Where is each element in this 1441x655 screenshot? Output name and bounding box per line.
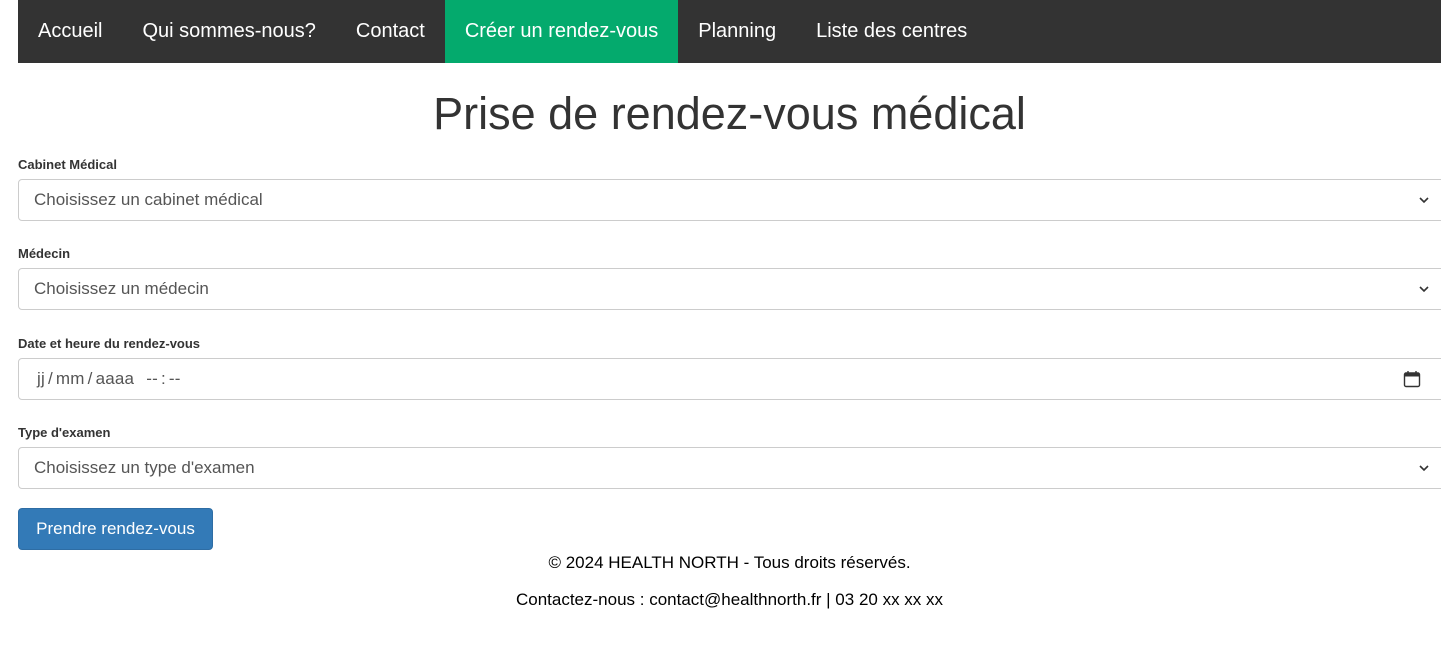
cabinet-select-value: Choisissez un cabinet médical	[34, 190, 263, 209]
nav-item-accueil[interactable]: Accueil	[18, 0, 122, 63]
medecin-select[interactable]: Choisissez un médecin	[18, 268, 1441, 310]
date-separator: /	[47, 369, 53, 388]
nav-item-liste-centres[interactable]: Liste des centres	[796, 0, 987, 63]
cabinet-label: Cabinet Médical	[18, 157, 117, 172]
nav-item-contact[interactable]: Contact	[336, 0, 445, 63]
medecin-label: Médecin	[18, 246, 71, 261]
exam-select[interactable]: Choisissez un type d'examen	[18, 447, 1441, 489]
time-hour[interactable]: --	[146, 369, 158, 389]
footer-copyright: © 2024 HEALTH NORTH - Tous droits réserv…	[548, 553, 911, 572]
medecin-select-value: Choisissez un médecin	[34, 279, 209, 298]
exam-label: Type d'examen	[18, 425, 111, 440]
datetime-label: Date et heure du rendez-vous	[18, 336, 201, 351]
submit-appointment-button[interactable]: Prendre rendez-vous	[18, 508, 213, 550]
nav-item-planning[interactable]: Planning	[678, 0, 796, 63]
page-title: Prise de rendez-vous médical	[433, 88, 1026, 139]
time-minute[interactable]: --	[169, 369, 181, 389]
footer-contact: Contactez-nous : contact@healthnorth.fr …	[515, 590, 944, 609]
cabinet-select[interactable]: Choisissez un cabinet médical	[18, 179, 1441, 221]
date-separator: /	[87, 369, 93, 388]
main-navbar: Accueil Qui sommes-nous? Contact Créer u…	[18, 0, 1441, 63]
date-year[interactable]: aaaa	[96, 369, 135, 389]
exam-select-value: Choisissez un type d'examen	[34, 458, 255, 477]
nav-item-creer-rendez-vous[interactable]: Créer un rendez-vous	[444, 0, 679, 63]
date-month[interactable]: mm	[56, 369, 85, 389]
chevron-down-icon	[1419, 465, 1429, 472]
nav-item-qui-sommes-nous[interactable]: Qui sommes-nous?	[122, 0, 335, 63]
calendar-icon[interactable]	[1403, 370, 1421, 388]
time-separator: :	[160, 369, 166, 388]
date-day[interactable]: jj	[37, 369, 45, 389]
chevron-down-icon	[1419, 286, 1429, 293]
chevron-down-icon	[1419, 197, 1429, 204]
datetime-input[interactable]: jj / mm / aaaa -- : --	[18, 358, 1441, 400]
